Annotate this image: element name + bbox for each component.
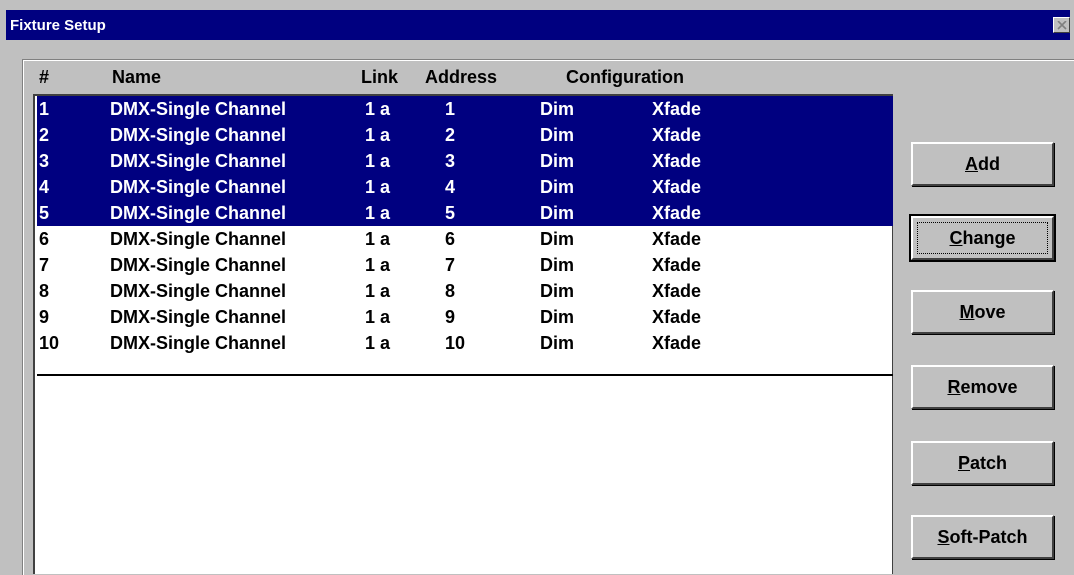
fixture-link: 1 a bbox=[365, 125, 391, 145]
fixture-address: 9 bbox=[445, 307, 456, 327]
fixture-name: DMX-Single Channel bbox=[110, 281, 287, 301]
fixture-name: DMX-Single Channel bbox=[110, 203, 287, 223]
fixture-address: 6 bbox=[445, 229, 456, 249]
remove-button[interactable]: Remove bbox=[911, 365, 1054, 409]
fixture-number: 8 bbox=[39, 281, 50, 301]
fixture-config-dim: Dim bbox=[540, 177, 575, 197]
fixture-config-dim: Dim bbox=[540, 99, 575, 119]
column-link: Link bbox=[361, 67, 399, 87]
patch-button[interactable]: Patch bbox=[911, 441, 1054, 485]
fixture-address: 2 bbox=[445, 125, 456, 145]
column-configuration: Configuration bbox=[566, 67, 684, 87]
fixture-address: 8 bbox=[445, 281, 456, 301]
fixture-number: 5 bbox=[39, 203, 50, 223]
fixture-number: 3 bbox=[39, 151, 50, 171]
fixture-link: 1 a bbox=[365, 333, 391, 353]
fixture-row[interactable]: 4 DMX-Single Channel 1 a 4 Dim Xfade bbox=[37, 174, 893, 200]
fixture-address: 4 bbox=[445, 177, 456, 197]
fixture-config-mode: Xfade bbox=[652, 151, 702, 171]
fixture-link: 1 a bbox=[365, 307, 391, 327]
title-bar[interactable]: Fixture Setup bbox=[6, 10, 1070, 40]
fixture-setup-window: Fixture Setup # Name Link Address Config… bbox=[0, 0, 1074, 575]
fixture-config-dim: Dim bbox=[540, 333, 575, 353]
fixture-name: DMX-Single Channel bbox=[110, 255, 287, 275]
close-button[interactable] bbox=[1053, 17, 1070, 33]
fixture-config-dim: Dim bbox=[540, 307, 575, 327]
column-number: # bbox=[39, 67, 50, 87]
fixture-row[interactable]: 9 DMX-Single Channel 1 a 9 Dim Xfade bbox=[37, 304, 893, 330]
fixture-config-dim: Dim bbox=[540, 203, 575, 223]
fixture-config-dim: Dim bbox=[540, 229, 575, 249]
fixture-link: 1 a bbox=[365, 151, 391, 171]
fixture-config-mode: Xfade bbox=[652, 99, 702, 119]
fixture-number: 1 bbox=[39, 99, 50, 119]
fixture-address: 1 bbox=[445, 99, 456, 119]
move-button[interactable]: Move bbox=[911, 290, 1054, 334]
fixture-name: DMX-Single Channel bbox=[110, 333, 287, 353]
fixture-address: 10 bbox=[445, 333, 466, 353]
fixture-config-mode: Xfade bbox=[652, 307, 702, 327]
column-address: Address bbox=[425, 67, 498, 87]
fixture-number: 6 bbox=[39, 229, 50, 249]
fixture-link: 1 a bbox=[365, 281, 391, 301]
fixture-config-dim: Dim bbox=[540, 125, 575, 145]
fixture-number: 4 bbox=[39, 177, 50, 197]
fixture-row[interactable]: 1 DMX-Single Channel 1 a 1 Dim Xfade bbox=[37, 96, 893, 122]
fixture-config-mode: Xfade bbox=[652, 281, 702, 301]
fixture-row[interactable]: 7 DMX-Single Channel 1 a 7 Dim Xfade bbox=[37, 252, 893, 278]
fixture-config-mode: Xfade bbox=[652, 229, 702, 249]
fixture-row[interactable]: 10 DMX-Single Channel 1 a 10 Dim Xfade bbox=[37, 330, 893, 356]
fixture-config-mode: Xfade bbox=[652, 125, 702, 145]
fixture-address: 7 bbox=[445, 255, 456, 275]
fixture-name: DMX-Single Channel bbox=[110, 99, 287, 119]
fixture-name: DMX-Single Channel bbox=[110, 125, 287, 145]
fixture-config-dim: Dim bbox=[540, 151, 575, 171]
fixture-number: 2 bbox=[39, 125, 50, 145]
fixture-link: 1 a bbox=[365, 203, 391, 223]
fixture-address: 3 bbox=[445, 151, 456, 171]
add-button[interactable]: Add bbox=[911, 142, 1054, 186]
window-title: Fixture Setup bbox=[10, 17, 106, 34]
fixture-row[interactable]: 2 DMX-Single Channel 1 a 2 Dim Xfade bbox=[37, 122, 893, 148]
fixture-number: 10 bbox=[39, 333, 60, 353]
fixture-config-mode: Xfade bbox=[652, 177, 702, 197]
fixture-row[interactable]: 5 DMX-Single Channel 1 a 5 Dim Xfade bbox=[37, 200, 893, 226]
fixture-name: DMX-Single Channel bbox=[110, 307, 287, 327]
fixture-row[interactable]: 8 DMX-Single Channel 1 a 8 Dim Xfade bbox=[37, 278, 893, 304]
fixture-config-mode: Xfade bbox=[652, 333, 702, 353]
fixture-config-mode: Xfade bbox=[652, 203, 702, 223]
fixture-row[interactable]: 6 DMX-Single Channel 1 a 6 Dim Xfade bbox=[37, 226, 893, 252]
fixture-config-mode: Xfade bbox=[652, 255, 702, 275]
fixture-link: 1 a bbox=[365, 99, 391, 119]
fixture-row[interactable]: 3 DMX-Single Channel 1 a 3 Dim Xfade bbox=[37, 148, 893, 174]
fixture-name: DMX-Single Channel bbox=[110, 229, 287, 249]
fixture-link: 1 a bbox=[365, 255, 391, 275]
fixture-list[interactable]: 1 DMX-Single Channel 1 a 1 Dim Xfade 2 DMX-Sing… bbox=[33, 94, 893, 574]
column-name: Name bbox=[112, 67, 162, 87]
close-icon bbox=[1057, 21, 1067, 30]
fixture-config-dim: Dim bbox=[540, 281, 575, 301]
soft-patch-button[interactable]: Soft-Patch bbox=[911, 515, 1054, 559]
list-end-divider bbox=[37, 374, 893, 376]
fixture-number: 9 bbox=[39, 307, 50, 327]
fixture-name: DMX-Single Channel bbox=[110, 151, 287, 171]
fixture-address: 5 bbox=[445, 203, 456, 223]
fixture-link: 1 a bbox=[365, 177, 391, 197]
fixture-config-dim: Dim bbox=[540, 255, 575, 275]
fixture-number: 7 bbox=[39, 255, 50, 275]
fixture-link: 1 a bbox=[365, 229, 391, 249]
change-button[interactable]: Change bbox=[909, 214, 1056, 262]
fixture-name: DMX-Single Channel bbox=[110, 177, 287, 197]
